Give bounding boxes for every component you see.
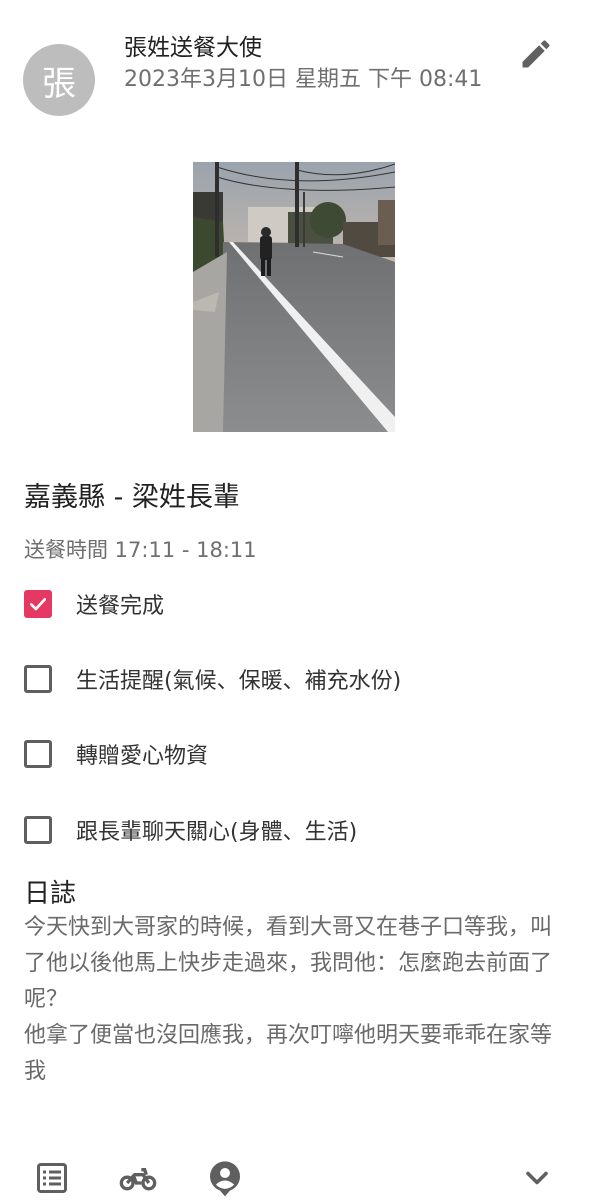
task-meal-delivered[interactable]: 送餐完成: [24, 584, 164, 624]
author-name: 張姓送餐大使: [124, 35, 262, 61]
delivery-time: 送餐時間 17:11 - 18:11: [24, 538, 257, 562]
log-heading: 日誌: [24, 879, 77, 909]
task-label: 轉贈愛心物資: [76, 744, 209, 769]
road-photo-illustration: [193, 162, 395, 432]
task-life-reminder[interactable]: 生活提醒(氣候、保暖、補充水份): [24, 659, 401, 699]
delivery-photo[interactable]: [193, 162, 395, 432]
motorcycle-icon: [119, 1168, 157, 1191]
list-icon: [37, 1163, 67, 1193]
profile-location-button[interactable]: [205, 1158, 245, 1198]
checkbox-checked[interactable]: [24, 590, 52, 618]
expand-button[interactable]: [517, 1158, 557, 1198]
edit-button[interactable]: [514, 32, 558, 76]
avatar: 張: [23, 44, 95, 116]
task-label: 送餐完成: [76, 594, 165, 619]
pencil-icon: [522, 40, 550, 68]
task-chat-care[interactable]: 跟長輩聊天關心(身體、生活): [24, 810, 357, 850]
checkmark-icon: [30, 598, 47, 611]
checkbox-unchecked[interactable]: [24, 665, 52, 693]
task-label: 跟長輩聊天關心(身體、生活): [76, 820, 358, 845]
delivery-ride-button[interactable]: [118, 1158, 158, 1198]
checkbox-unchecked[interactable]: [24, 740, 52, 768]
checkbox-unchecked[interactable]: [24, 816, 52, 844]
chevron-down-icon: [526, 1171, 548, 1185]
task-donate-supplies[interactable]: 轉贈愛心物資: [24, 734, 208, 774]
log-body: 今天快到大哥家的時候，看到大哥又在巷子口等我，叫了他以後他馬上快步走過來，我問他…: [24, 915, 553, 1084]
delivery-title: 嘉義縣 - 梁姓長輩: [24, 482, 240, 513]
task-label: 生活提醒(氣候、保暖、補充水份): [76, 669, 402, 694]
post-datetime: 2023年3月10日 星期五 下午 08:41: [124, 67, 483, 92]
list-button[interactable]: [32, 1158, 72, 1198]
person-pin-icon: [209, 1161, 241, 1197]
